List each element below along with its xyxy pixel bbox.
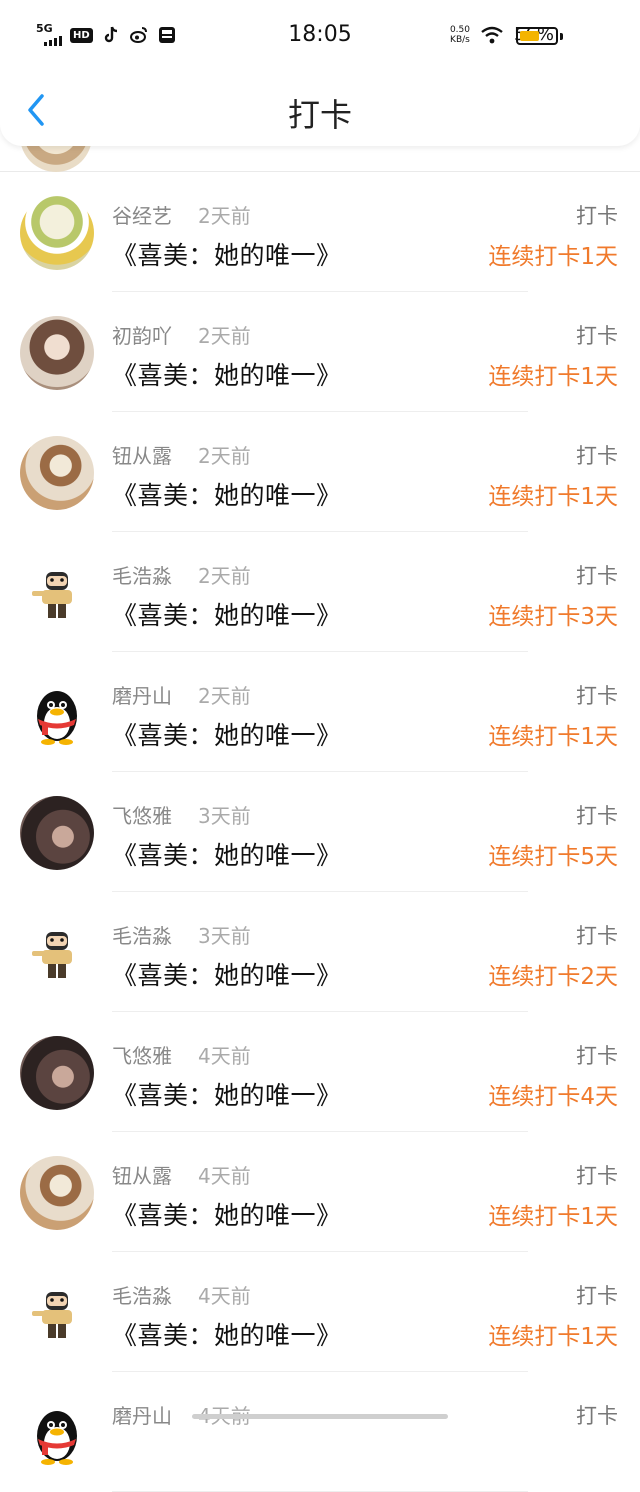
avatar[interactable]: [20, 556, 94, 630]
net-speed-unit: KB/s: [450, 34, 470, 45]
streak-badge: 连续打卡5天: [488, 844, 618, 870]
checkin-label: 打卡: [576, 1404, 618, 1428]
list-item[interactable]: 飞悠雅 3天前 打卡《喜美：她的唯一》 连续打卡5天: [0, 772, 640, 892]
home-indicator: [192, 1414, 448, 1419]
avatar[interactable]: [20, 436, 94, 510]
avatar[interactable]: [20, 796, 94, 870]
user-name[interactable]: 飞悠雅: [112, 1040, 172, 1069]
net-speed-value: 0.50: [449, 24, 470, 35]
avatar[interactable]: [20, 1156, 94, 1230]
checkin-time: 4天前: [198, 1044, 251, 1068]
checkin-time: 2天前: [198, 324, 251, 348]
user-name[interactable]: 磨丹山: [112, 1400, 172, 1429]
user-name[interactable]: 毛浩淼: [112, 1280, 172, 1309]
user-name[interactable]: 初韵吖: [112, 320, 172, 349]
checkin-label: 打卡: [576, 684, 618, 708]
book-title[interactable]: 《喜美：她的唯一》: [112, 476, 342, 512]
checkin-label: 打卡: [576, 1044, 618, 1068]
checkin-label: 打卡: [576, 204, 618, 228]
cartoon-avatar-icon: [32, 572, 72, 618]
book-title[interactable]: 《喜美：她的唯一》: [112, 1076, 342, 1112]
user-name[interactable]: 毛浩淼: [112, 560, 172, 589]
list-item[interactable]: 钮从露 4天前 打卡《喜美：她的唯一》 连续打卡1天: [0, 1132, 640, 1252]
status-bar: 5G HD 18:05 0.50 KB/s: [0, 0, 640, 74]
penguin-avatar-icon: [37, 1411, 77, 1465]
list-item[interactable]: 磨丹山 4天前 打卡: [0, 1372, 640, 1492]
checkin-time: 2天前: [198, 564, 251, 588]
battery-cap: [560, 33, 563, 40]
checkin-label: 打卡: [576, 564, 618, 588]
streak-badge: 连续打卡1天: [488, 724, 618, 750]
checkin-time: 4天前: [198, 1164, 251, 1188]
net-speed: 0.50 KB/s: [450, 25, 470, 45]
checkin-label: 打卡: [576, 324, 618, 348]
checkin-time: 4天前: [198, 1284, 251, 1308]
header: 5G HD 18:05 0.50 KB/s 打卡: [0, 0, 640, 146]
user-name[interactable]: 钮从露: [112, 1160, 172, 1189]
book-title[interactable]: 《喜美：她的唯一》: [112, 236, 342, 272]
book-title[interactable]: 《喜美：她的唯一》: [112, 1196, 342, 1232]
book-title[interactable]: 《喜美：她的唯一》: [112, 1316, 342, 1352]
cartoon-avatar-icon: [32, 932, 72, 978]
list-item[interactable]: 磨丹山 2天前 打卡《喜美：她的唯一》 连续打卡1天: [0, 652, 640, 772]
list-item[interactable]: 毛浩淼 3天前 打卡《喜美：她的唯一》 连续打卡2天: [0, 892, 640, 1012]
cartoon-avatar-icon: [32, 1292, 72, 1338]
streak-badge: 连续打卡1天: [488, 244, 618, 270]
penguin-avatar-icon: [37, 691, 77, 745]
streak-badge: 连续打卡4天: [488, 1084, 618, 1110]
streak-badge: 连续打卡1天: [488, 1324, 618, 1350]
checkin-label: 打卡: [576, 924, 618, 948]
book-title[interactable]: 《喜美：她的唯一》: [112, 716, 342, 752]
checkin-label: 打卡: [576, 804, 618, 828]
book-title[interactable]: 《喜美：她的唯一》: [112, 356, 342, 392]
list-item[interactable]: 飞悠雅 4天前 打卡《喜美：她的唯一》 连续打卡4天: [0, 1012, 640, 1132]
streak-badge: 连续打卡2天: [488, 964, 618, 990]
avatar[interactable]: [20, 676, 94, 750]
checkin-time: 2天前: [198, 684, 251, 708]
list-item[interactable]: 初韵吖 2天前 打卡《喜美：她的唯一》 连续打卡1天: [0, 292, 640, 412]
checkin-list: 谷经艺 2天前 打卡 《喜美：她的唯一》 连续打卡1天 初韵吖 2天前 打卡 《喜美：她的唯一》…: [0, 172, 640, 1492]
streak-badge: 连续打卡1天: [488, 364, 618, 390]
checkin-time: 2天前: [198, 204, 251, 228]
streak-badge: 连续打卡1天: [488, 484, 618, 510]
user-name[interactable]: 毛浩淼: [112, 920, 172, 949]
avatar[interactable]: [20, 1396, 94, 1470]
book-title[interactable]: 《喜美：她的唯一》: [112, 956, 342, 992]
user-name[interactable]: 谷经艺: [112, 200, 172, 229]
avatar[interactable]: [20, 916, 94, 990]
avatar[interactable]: [20, 1036, 94, 1110]
list-item[interactable]: 毛浩淼 4天前 打卡《喜美：她的唯一》 连续打卡1天: [0, 1252, 640, 1372]
checkin-time: 2天前: [198, 444, 251, 468]
avatar[interactable]: [20, 316, 94, 390]
checkin-label: 打卡: [576, 1164, 618, 1188]
list-item[interactable]: 谷经艺 2天前 打卡《喜美：她的唯一》 连续打卡1天: [0, 172, 640, 292]
checkin-time: 3天前: [198, 924, 251, 948]
battery-fill: [520, 31, 539, 41]
nav-bar: 打卡: [0, 74, 640, 146]
streak-badge: 连续打卡3天: [488, 604, 618, 630]
checkin-label: 打卡: [576, 1284, 618, 1308]
list-item[interactable]: 毛浩淼 2天前 打卡《喜美：她的唯一》 连续打卡3天: [0, 532, 640, 652]
user-name[interactable]: 钮从露: [112, 440, 172, 469]
list-item[interactable]: 钮从露 2天前 打卡《喜美：她的唯一》 连续打卡1天: [0, 412, 640, 532]
checkin-time: 3天前: [198, 804, 251, 828]
user-name[interactable]: 磨丹山: [112, 680, 172, 709]
book-title[interactable]: 《喜美：她的唯一》: [112, 596, 342, 632]
avatar[interactable]: [20, 1276, 94, 1350]
page-title: 打卡: [287, 96, 352, 134]
streak-badge: 连续打卡1天: [488, 1204, 618, 1230]
book-title[interactable]: 《喜美：她的唯一》: [112, 836, 342, 872]
battery-icon: [516, 27, 558, 45]
wifi-icon: [481, 26, 503, 43]
checkin-label: 打卡: [576, 444, 618, 468]
user-name[interactable]: 飞悠雅: [112, 800, 172, 829]
avatar[interactable]: [20, 196, 94, 270]
